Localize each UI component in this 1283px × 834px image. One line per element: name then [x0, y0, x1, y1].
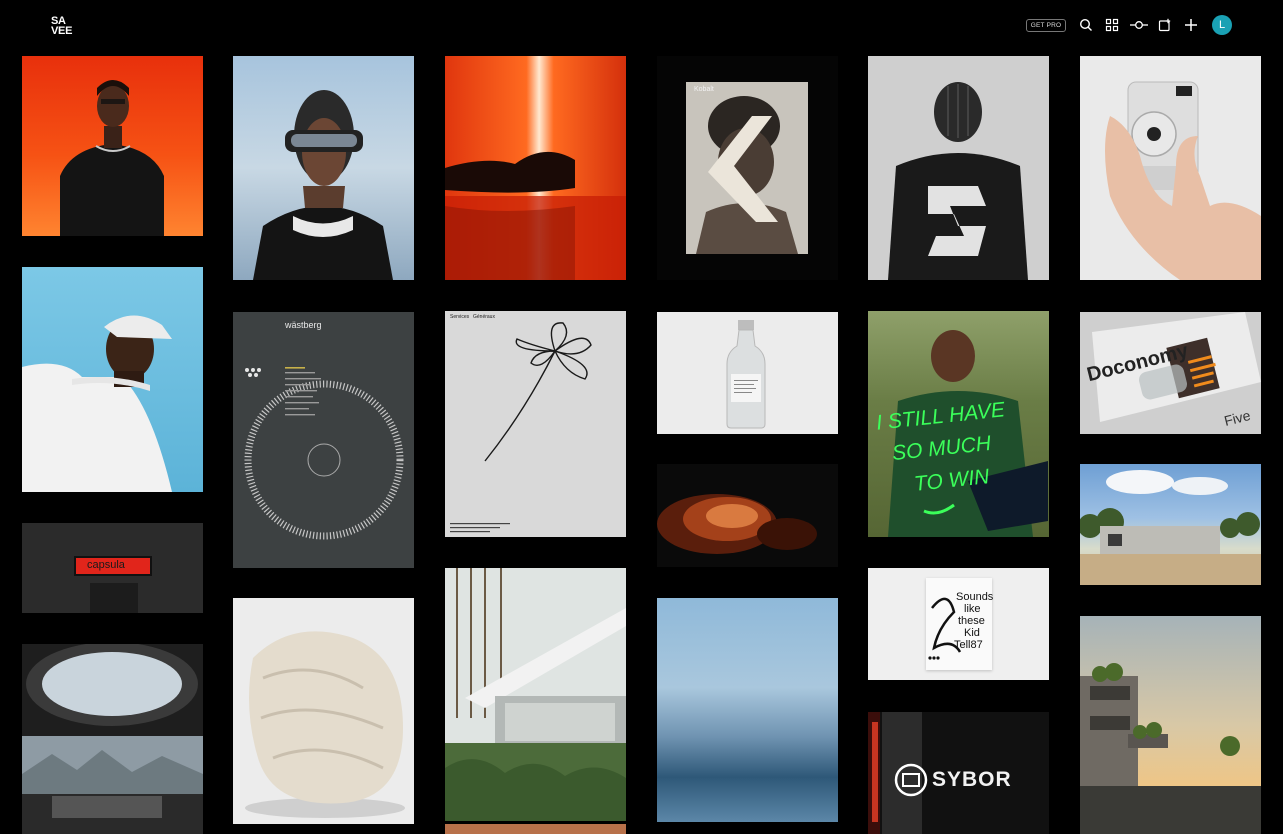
kobalt-label: Kobalt [694, 86, 714, 93]
user-avatar[interactable]: L [1212, 15, 1232, 35]
image-tile-sybor[interactable]: SYBOR [868, 712, 1049, 834]
image-tile-man-white-cap[interactable] [22, 267, 203, 492]
layout-grid-icon[interactable] [1103, 16, 1121, 34]
image-tile-glass-bottle[interactable] [657, 312, 838, 434]
search-icon[interactable] [1077, 16, 1095, 34]
image-tile-blue-sea[interactable] [657, 598, 838, 822]
image-tile-red-light-beam[interactable] [445, 56, 626, 280]
image-tile-dome-bedroom[interactable] [22, 644, 203, 834]
image-tile-man-red-bg[interactable] [22, 56, 203, 236]
image-tile-doconomy[interactable]: Doconomy Five [1080, 312, 1261, 434]
image-tile-building-sunset[interactable] [1080, 616, 1261, 834]
plus-icon[interactable] [1182, 16, 1200, 34]
capsula-sign-text: capsula [87, 559, 125, 571]
image-tile-capsula[interactable]: capsula [22, 523, 203, 613]
get-pro-button[interactable]: GET PRO [1026, 19, 1066, 32]
new-board-icon[interactable] [1156, 16, 1174, 34]
image-tile-hand-device[interactable] [1080, 56, 1261, 280]
commit-icon[interactable] [1128, 16, 1150, 34]
logo-line-2: VEE [51, 25, 73, 37]
image-tile-woman-visor[interactable] [233, 56, 414, 280]
image-tile-kobalt-poster[interactable]: Kobalt [657, 56, 838, 280]
image-tile-partial-bottom[interactable] [445, 824, 626, 834]
image-tile-still-have-so-much-to-win[interactable]: I STILL HAVE SO MUCH TO WIN [868, 311, 1049, 537]
image-tile-flower-poster[interactable]: Services Généraux [445, 311, 626, 537]
image-tile-modern-house-forest[interactable] [445, 568, 626, 821]
image-tile-wastberg-poster[interactable]: wästberg [233, 312, 414, 568]
savee-logo[interactable]: SA VEE [51, 16, 73, 37]
image-tile-macro-orange-texture[interactable] [657, 464, 838, 567]
image-tile-sounds-like-poster[interactable]: Sounds like these Kid Tell87 [868, 568, 1049, 680]
image-tile-concrete-house[interactable] [1080, 464, 1261, 585]
sybor-label: SYBOR [932, 768, 1012, 791]
image-tile-beige-chair[interactable] [233, 598, 414, 824]
image-tile-man-jacket-back[interactable] [868, 56, 1049, 280]
